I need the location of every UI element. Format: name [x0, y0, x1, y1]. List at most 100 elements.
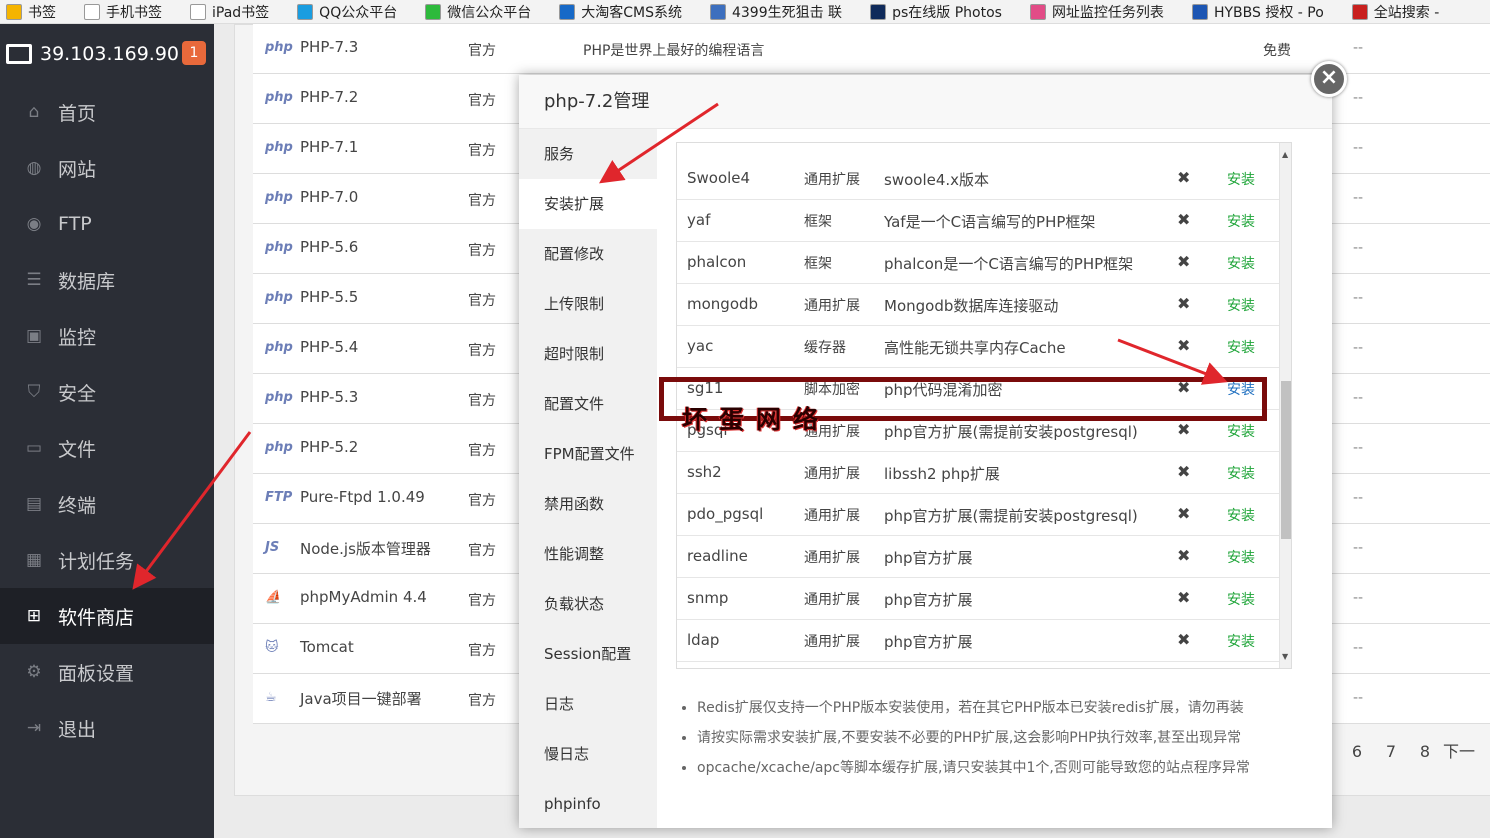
software-logo: php: [265, 340, 293, 355]
nav-label: 计划任务: [58, 550, 135, 573]
bookmark-icon: [1029, 3, 1046, 20]
bookmark-item[interactable]: 4399生死狙击 联: [704, 0, 842, 23]
bookmark-item[interactable]: 手机书签: [78, 0, 162, 23]
nav-item[interactable]: ⌂ 首页: [0, 84, 214, 140]
extension-name: ssh2: [687, 463, 722, 481]
install-button[interactable]: 安装: [1227, 505, 1255, 525]
bookmarks-bar: 书签 手机书签 iPad书签 QQ公众平台 微信公众平台 大淘客CMS系统 4399生死狙击…: [0, 0, 1490, 24]
software-row[interactable]: php PHP-7.3 官方 PHP是世界上最好的编程语言 免费 --: [253, 24, 1490, 74]
software-type: 官方: [468, 443, 496, 459]
install-button[interactable]: 安装: [1227, 631, 1255, 651]
bookmark-label: 全站搜索 -: [1373, 4, 1440, 21]
bookmark-icon: [297, 3, 314, 20]
modal-tab[interactable]: 配置修改: [519, 229, 657, 279]
bookmark-label: iPad书签: [212, 4, 270, 21]
page-button[interactable]: 8: [1408, 738, 1442, 766]
nav-item[interactable]: ☰ 数据库: [0, 252, 214, 308]
software-type: 官方: [468, 493, 496, 509]
modal-tab[interactable]: 慢日志: [519, 729, 657, 779]
software-name: PHP-5.4: [300, 338, 359, 356]
nav-item[interactable]: ▭ 文件: [0, 420, 214, 476]
modal-tab[interactable]: 负载状态: [519, 579, 657, 629]
page-button[interactable]: 7: [1374, 738, 1408, 766]
modal-tab[interactable]: Session配置: [519, 629, 657, 679]
nav-item[interactable]: ⚙ 面板设置: [0, 644, 214, 700]
software-logo: php: [265, 190, 293, 205]
install-button[interactable]: 安装: [1227, 211, 1255, 231]
bookmark-item[interactable]: iPad书签: [184, 0, 270, 23]
extension-desc: 高性能无锁共享内存Cache: [884, 339, 1066, 357]
scroll-down-icon[interactable]: ▼: [1282, 652, 1288, 661]
bookmark-label: 手机书签: [106, 4, 162, 21]
gear-icon: ⚙: [26, 662, 42, 682]
folder-icon: ▭: [25, 438, 43, 458]
software-type: 官方: [468, 93, 496, 109]
bookmark-item[interactable]: 全站搜索 -: [1346, 0, 1440, 23]
modal-tab[interactable]: 服务: [519, 129, 657, 179]
software-logo: php: [265, 290, 293, 305]
bookmark-item[interactable]: QQ公众平台: [291, 0, 397, 23]
modal-tab[interactable]: 配置文件: [519, 379, 657, 429]
extension-type: 通用扩展: [804, 298, 860, 314]
extension-row: readline 通用扩展 php官方扩展 ✖ 安装: [677, 536, 1279, 578]
nav-item[interactable]: ▤ 终端: [0, 476, 214, 532]
install-button[interactable]: 安装: [1227, 295, 1255, 315]
modal-tab[interactable]: 禁用函数: [519, 479, 657, 529]
install-button[interactable]: 安装: [1227, 547, 1255, 567]
nav-item[interactable]: ⛉ 安全: [0, 364, 214, 420]
software-name: PHP-5.2: [300, 438, 359, 456]
install-button[interactable]: 安装: [1227, 463, 1255, 483]
bookmark-icon: [559, 3, 576, 20]
modal-tab[interactable]: 安装扩展: [519, 179, 657, 229]
page-button[interactable]: 6: [1340, 738, 1374, 766]
software-logo: FTP: [265, 490, 293, 505]
bookmark-item[interactable]: 微信公众平台: [419, 0, 531, 23]
modal-tab[interactable]: 性能调整: [519, 529, 657, 579]
software-logo: JS: [265, 540, 280, 555]
page-button[interactable]: 下一: [1442, 738, 1476, 766]
bookmark-item[interactable]: ps在线版 Photos: [864, 0, 1002, 23]
bookmark-item[interactable]: 网址监控任务列表: [1024, 0, 1164, 23]
install-button[interactable]: 安装: [1227, 253, 1255, 273]
modal-tab[interactable]: phpinfo: [519, 779, 657, 829]
nav-item[interactable]: ⇥ 退出: [0, 700, 214, 756]
nav-item[interactable]: ⊞ 软件商店: [0, 588, 214, 644]
nav-item[interactable]: ▣ 监控: [0, 308, 214, 364]
modal-tab[interactable]: 上传限制: [519, 279, 657, 329]
modal-tab[interactable]: 超时限制: [519, 329, 657, 379]
close-button[interactable]: ×: [1311, 61, 1347, 97]
bookmark-item[interactable]: 书签: [0, 0, 56, 23]
extension-type: 缓存器: [804, 340, 846, 356]
scrollbar[interactable]: ▲ ▼: [1279, 143, 1291, 668]
status-x-icon: ✖: [1177, 420, 1191, 439]
software-name: PHP-7.0: [300, 188, 359, 206]
bookmark-label: 大淘客CMS系统: [581, 4, 682, 21]
software-extra: --: [1353, 440, 1364, 456]
install-button[interactable]: 安装: [1227, 337, 1255, 357]
server-header[interactable]: 39.103.169.90 1: [0, 24, 214, 84]
nav-label: 退出: [58, 718, 97, 741]
bookmark-label: 网址监控任务列表: [1051, 4, 1164, 21]
extension-type: 通用扩展: [804, 550, 860, 566]
nav-label: 安全: [58, 382, 97, 405]
install-button[interactable]: 安装: [1227, 421, 1255, 441]
nav-item[interactable]: ◉ FTP: [0, 196, 214, 252]
install-button[interactable]: 安装: [1227, 589, 1255, 609]
scroll-thumb[interactable]: [1281, 381, 1291, 539]
status-x-icon: ✖: [1177, 588, 1191, 607]
modal-tab[interactable]: 日志: [519, 679, 657, 729]
notification-badge[interactable]: 1: [182, 41, 206, 65]
nav-item[interactable]: ▦ 计划任务: [0, 532, 214, 588]
install-button[interactable]: 安装: [1227, 169, 1255, 189]
scroll-up-icon[interactable]: ▲: [1282, 150, 1288, 159]
bookmark-item[interactable]: HYBBS 授权 - Po: [1186, 0, 1324, 23]
software-extra: --: [1353, 40, 1364, 56]
extension-name: readline: [687, 547, 748, 565]
extension-name: snmp: [687, 589, 729, 607]
software-extra: --: [1353, 240, 1364, 256]
software-type: 官方: [468, 143, 496, 159]
extension-row: ssh2 通用扩展 libssh2 php扩展 ✖ 安装: [677, 452, 1279, 494]
bookmark-item[interactable]: 大淘客CMS系统: [553, 0, 682, 23]
modal-tab[interactable]: FPM配置文件: [519, 429, 657, 479]
nav-item[interactable]: ◍ 网站: [0, 140, 214, 196]
